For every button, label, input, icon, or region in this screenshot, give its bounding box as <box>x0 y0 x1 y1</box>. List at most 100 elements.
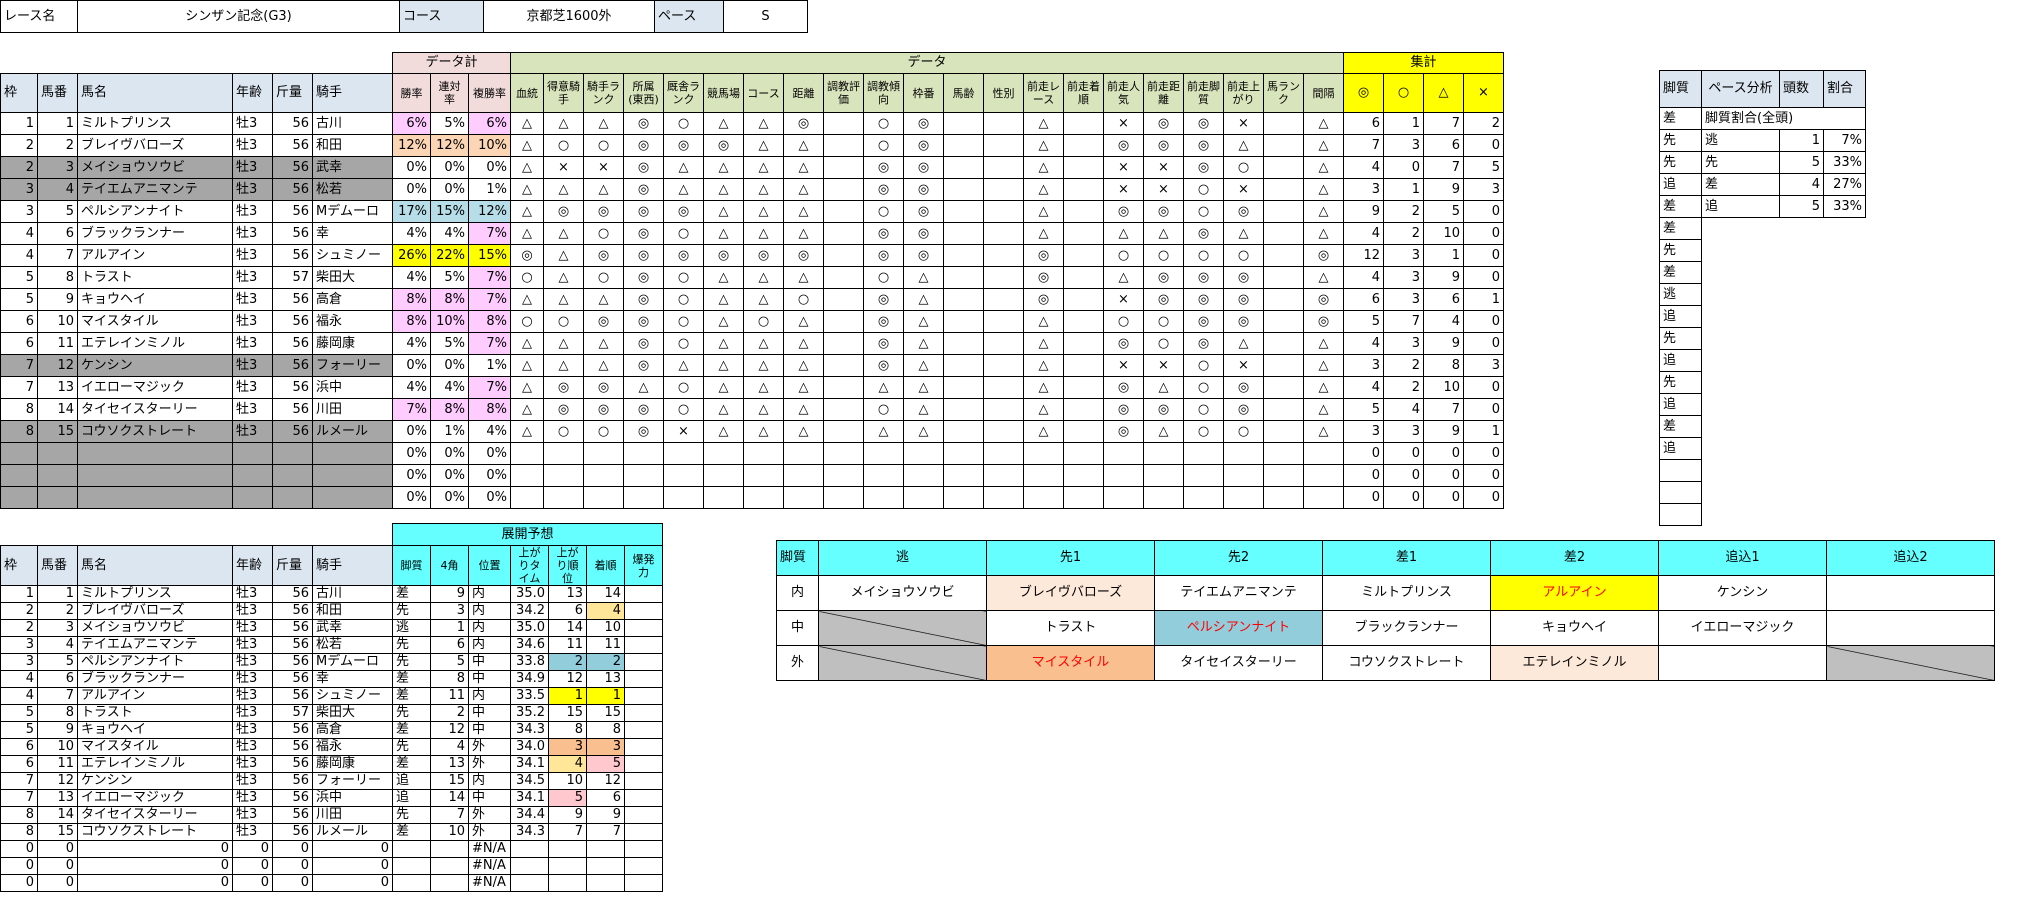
data-mark-cell <box>983 112 1024 135</box>
header-shukei-col: △ <box>1423 73 1464 113</box>
data-mark-cell: △ <box>510 134 544 157</box>
data-mark-cell: △ <box>703 398 744 421</box>
kyaku-cell <box>392 840 431 858</box>
pos-cell: マイスタイル <box>986 645 1155 681</box>
data-mark-cell <box>1063 442 1104 465</box>
kyaku-cell: 差 <box>392 721 431 739</box>
data-mark-cell <box>1063 134 1104 157</box>
data-mark-cell: ◎ <box>1103 420 1144 443</box>
shukei-count-cell: 6 <box>1423 288 1464 311</box>
course-value: 京都芝1600外 <box>483 0 655 33</box>
horse-row: 2 2 ブレイヴバローズ 牡3 56 和田 12% 12% 10% △ ○ ○ ◎ ◎ ◎ △ △ ○ ◎ △ ◎ ◎ ◎ △… <box>0 134 1504 157</box>
data-mark-cell: ◎ <box>663 200 704 223</box>
data-mark-cell: △ <box>1023 156 1064 179</box>
win-rate-cell: 0% <box>392 354 431 377</box>
horse-name-cell: ミルトプリンス <box>77 585 233 603</box>
waku-cell <box>0 486 38 509</box>
blank-cell <box>1702 460 1780 482</box>
ratio-header: 割合 <box>1823 70 1866 108</box>
pos-cell <box>818 610 987 646</box>
agari-rank-cell: 4 <box>548 755 587 773</box>
kinryo-cell: 56 <box>272 721 313 739</box>
data-mark-cell: ◎ <box>1103 376 1144 399</box>
data-mark-cell: △ <box>743 200 784 223</box>
data-mark-cell: ◎ <box>1223 376 1264 399</box>
waku-cell: 0 <box>0 874 38 892</box>
pace-ratio-cell: 33% <box>1823 195 1866 218</box>
chaku-cell: 7 <box>586 823 625 841</box>
umaban-cell: 3 <box>37 156 78 179</box>
position-cell: #N/A <box>468 857 511 875</box>
shukei-count-cell: 4 <box>1423 310 1464 333</box>
jockey-cell: 柴田大 <box>312 266 393 289</box>
blank-cell <box>1824 482 1866 504</box>
horse-row: 0% 0% 0% 0 0 0 0 <box>0 442 1504 465</box>
shukei-count-cell: 2 <box>1383 354 1424 377</box>
kyaku-list-cell <box>1659 481 1702 504</box>
agari-time-cell: 34.0 <box>510 738 549 756</box>
rentai-rate-cell: 8% <box>430 398 469 421</box>
data-mark-cell: ○ <box>543 134 584 157</box>
tenkai-row: 0 0 0 0 0 0 #N/A <box>0 840 663 858</box>
shukei-count-cell: 7 <box>1423 398 1464 421</box>
jockey-cell: フォーリー <box>312 354 393 377</box>
pos-col-header: 追込2 <box>1826 540 1995 576</box>
blank-cell <box>1824 218 1866 240</box>
agari-rank-cell <box>548 840 587 858</box>
age-cell: 0 <box>232 857 273 875</box>
position-cell: 内 <box>468 602 511 620</box>
fukusho-rate-cell: 0% <box>468 464 511 487</box>
agari-rank-cell: 14 <box>548 619 587 637</box>
data-mark-cell: △ <box>583 354 624 377</box>
race-header: レース名 シンザン記念(G3) コース 京都芝1600外 ペース S <box>0 0 808 33</box>
data-mark-cell: × <box>583 156 624 179</box>
shukei-count-cell: 7 <box>1383 310 1424 333</box>
shukei-count-cell: 12 <box>1343 244 1384 267</box>
umaban-cell: 0 <box>37 857 78 875</box>
waku-cell: 1 <box>0 112 38 135</box>
data-mark-cell: △ <box>903 354 944 377</box>
blank-cell <box>1702 482 1780 504</box>
blank-cell <box>1780 306 1824 328</box>
data-mark-cell <box>1023 464 1064 487</box>
position-cell: 中 <box>468 653 511 671</box>
tenkai-header: 斤量 <box>272 545 313 586</box>
pos-cell: ケンシン <box>1658 575 1827 611</box>
horse-row: 5 8 トラスト 牡3 57 柴田大 4% 5% 7% ○ △ ○ ◎ ○ △ △ △ ○ △ ◎ △ ◎ ◎ ◎ △ 4 3 9 0 <box>0 266 1504 289</box>
age-cell: 牡3 <box>232 619 273 637</box>
data-mark-cell: △ <box>743 178 784 201</box>
jockey-cell: 藤岡康 <box>312 755 393 773</box>
data-mark-cell <box>1063 464 1104 487</box>
header-shukei-col: ○ <box>1383 73 1424 113</box>
pace-header: ペース分析 <box>1701 70 1780 108</box>
data-mark-cell: △ <box>783 310 824 333</box>
tenkai-row: 1 1 ミルトプリンス 牡3 56 古川差 9 内 35.0 13 14 <box>0 585 663 603</box>
data-mark-cell: ○ <box>1103 310 1144 333</box>
data-mark-cell: △ <box>743 420 784 443</box>
tenkai-row: 8 15 コウソクストレート 牡3 56 ルメール差 10 外 34.3 7 7 <box>0 823 663 841</box>
blank-cell <box>1824 262 1866 284</box>
waku-cell: 5 <box>0 266 38 289</box>
shukei-count-cell: 9 <box>1423 420 1464 443</box>
jockey-cell: 柴田大 <box>312 704 393 722</box>
data-mark-cell <box>823 310 864 333</box>
jockey-cell <box>312 464 393 487</box>
waku-cell: 4 <box>0 687 38 705</box>
waku-cell: 6 <box>0 310 38 333</box>
jockey-cell: 藤岡康 <box>312 332 393 355</box>
agari-time-cell <box>510 874 549 892</box>
waku-cell <box>0 464 38 487</box>
agari-rank-cell: 11 <box>548 636 587 654</box>
horse-name-cell: コウソクストレート <box>77 420 233 443</box>
chaku-cell: 13 <box>586 670 625 688</box>
blank-cell <box>1824 306 1866 328</box>
blank-cell <box>1780 504 1824 526</box>
fukusho-rate-cell: 0% <box>468 486 511 509</box>
chaku-cell: 9 <box>586 806 625 824</box>
data-mark-cell <box>1063 332 1104 355</box>
blank-cell <box>38 53 78 74</box>
waku-cell: 8 <box>0 823 38 841</box>
agari-time-cell: 34.6 <box>510 636 549 654</box>
pace-ratio-cell: 27% <box>1823 173 1866 196</box>
data-mark-cell: ◎ <box>1023 244 1064 267</box>
